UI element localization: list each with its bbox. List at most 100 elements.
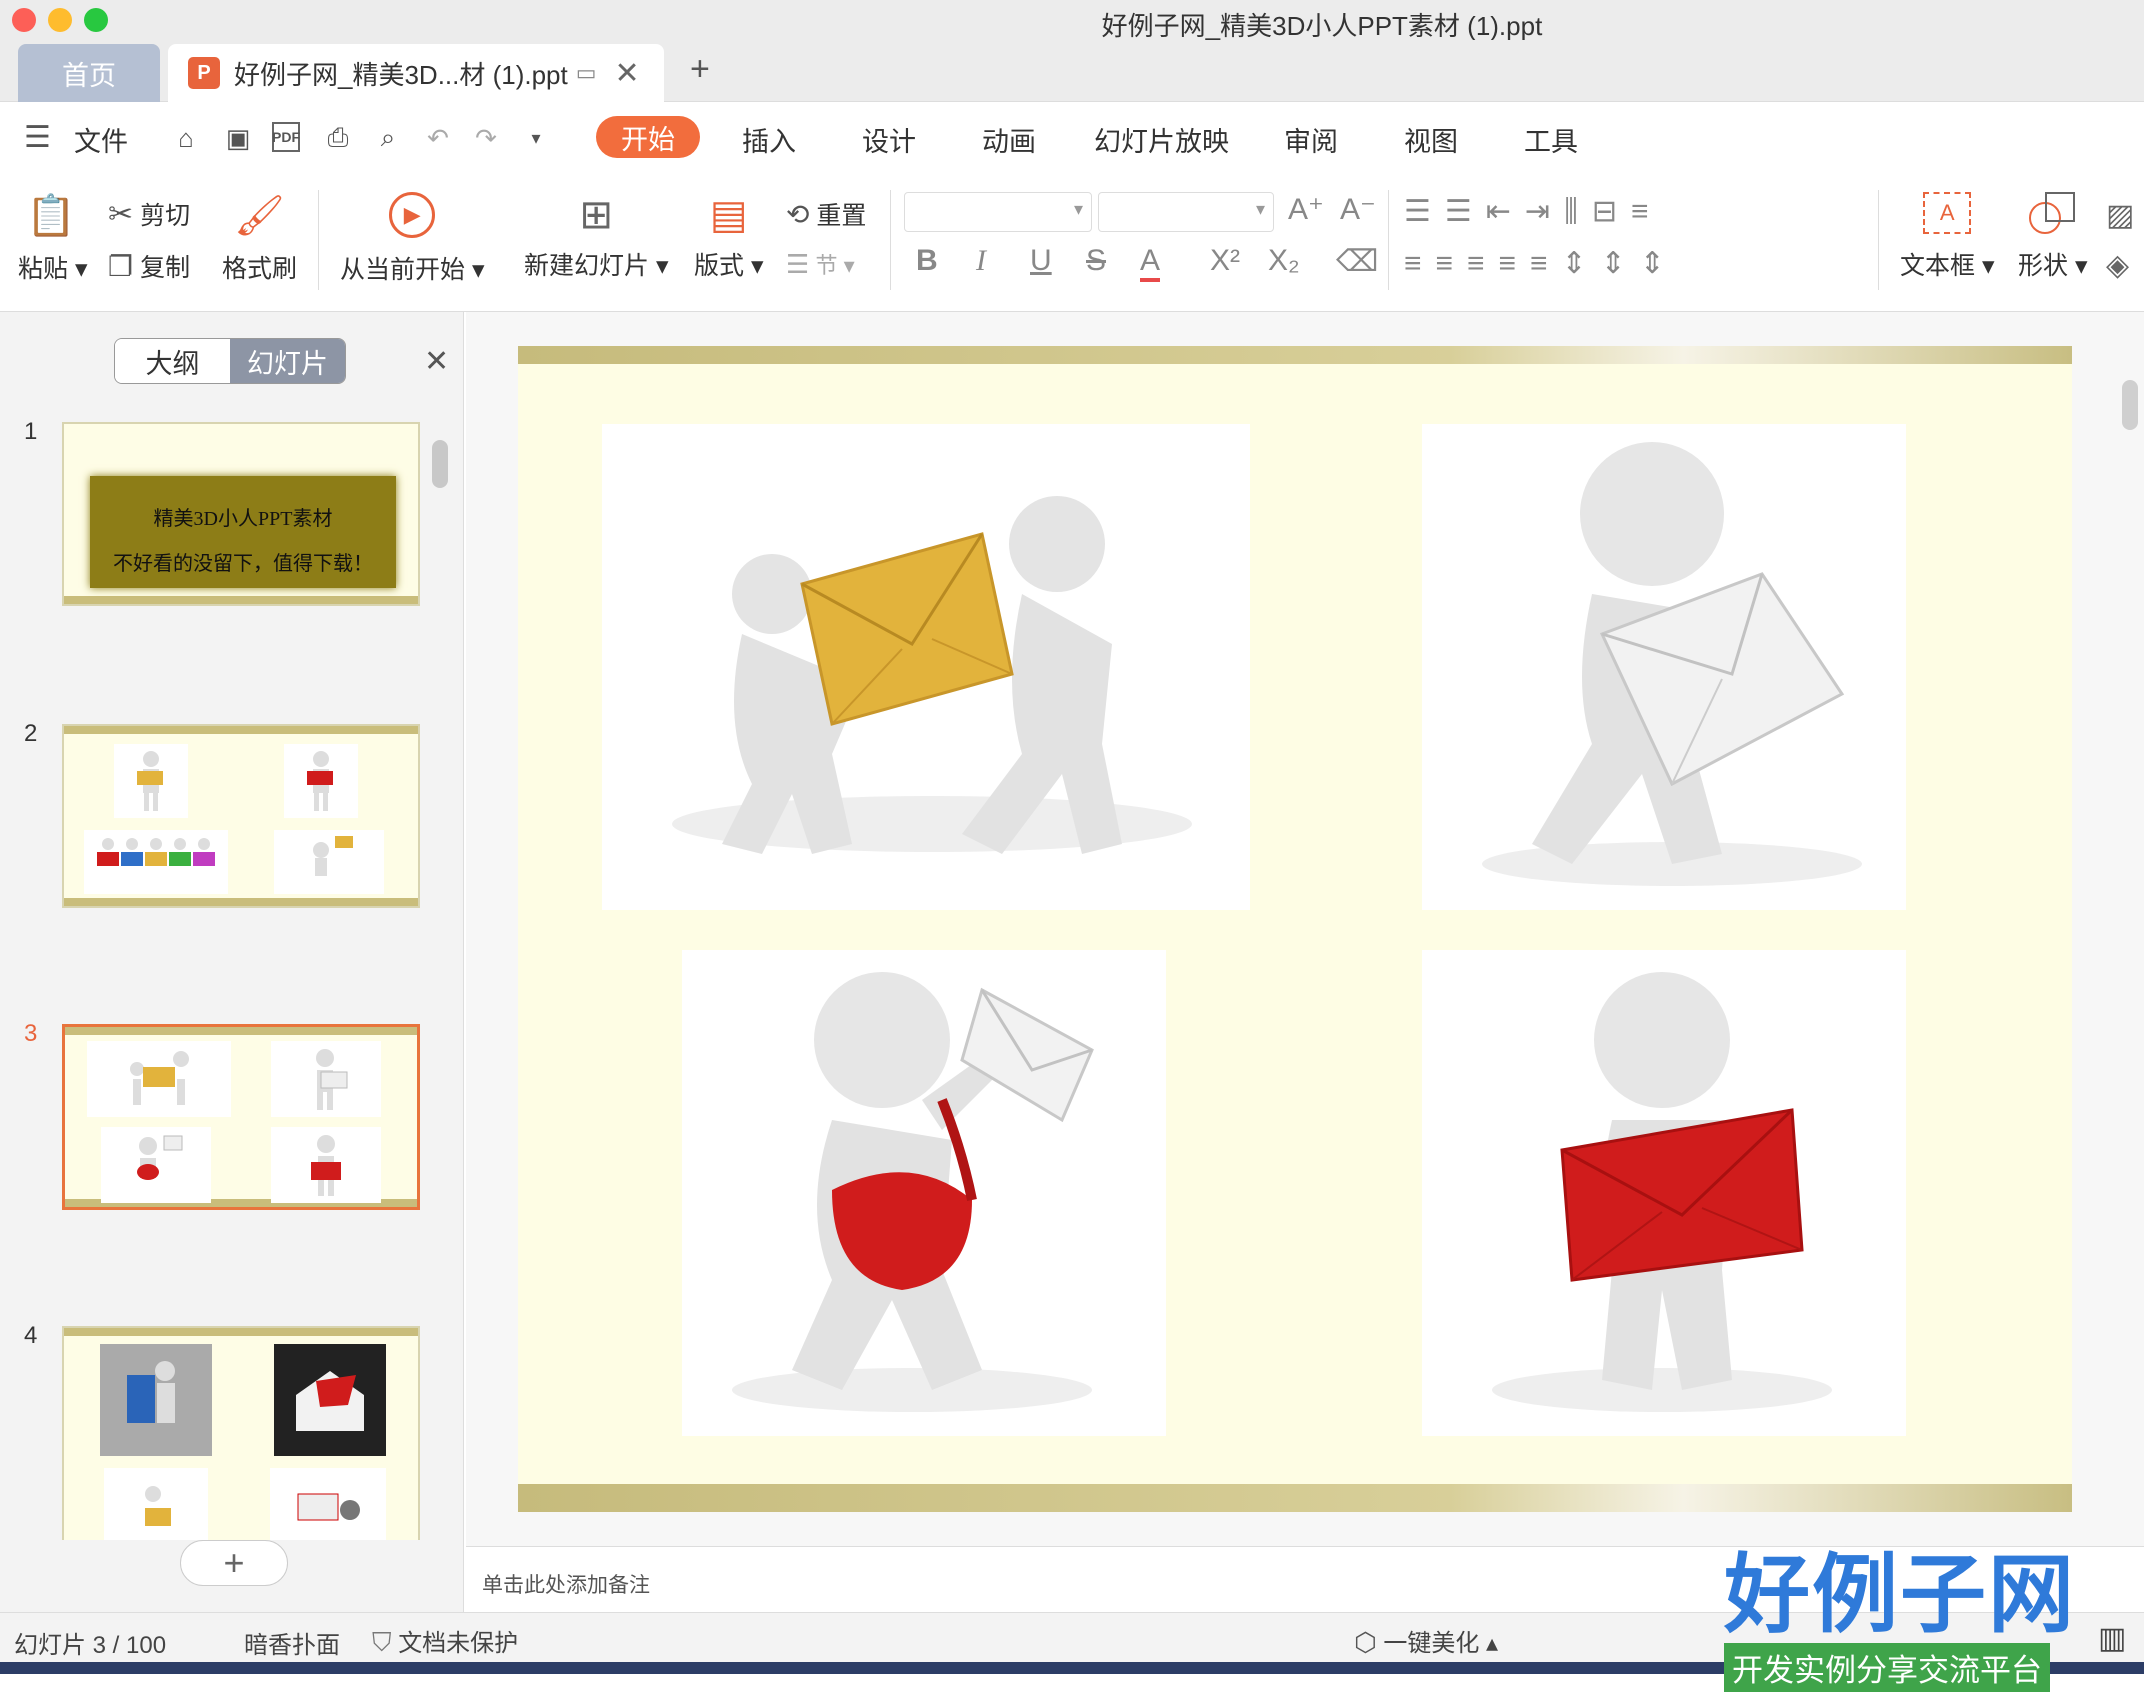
section-button[interactable]: ☰ 节 ▾ [786, 248, 855, 280]
underline-icon[interactable]: U [1030, 244, 1052, 278]
figure-image [101, 1127, 211, 1203]
menu-tab-tools[interactable]: 工具 [1524, 120, 1578, 159]
slide-number: 1 [24, 418, 38, 445]
print-icon[interactable]: ⎙ [322, 122, 354, 154]
export-pdf-icon[interactable]: PDF [272, 122, 300, 152]
slide-thumbnail-4[interactable] [62, 1326, 420, 1540]
clear-format-icon[interactable]: ⌫ [1336, 244, 1378, 279]
format-painter-button[interactable]: 🖌 格式刷 [222, 192, 297, 285]
title-bar: 好例子网_精美3D小人PPT素材 (1).ppt [0, 0, 2144, 41]
undo-icon[interactable]: ↶ [422, 122, 454, 154]
font-color-icon[interactable]: A [1140, 244, 1161, 282]
chevron-down-icon: ▾ [1255, 199, 1265, 219]
slide-top-border [518, 346, 2072, 364]
window-title: 好例子网_精美3D小人PPT素材 (1).ppt [1101, 11, 1543, 41]
figure-image [284, 744, 358, 818]
menu-tab-review[interactable]: 审阅 [1284, 120, 1338, 159]
save-icon[interactable]: ▣ [222, 122, 254, 154]
copy-button[interactable]: ❐ 复制 [108, 248, 190, 284]
menu-tab-insert[interactable]: 插入 [742, 120, 796, 159]
slide-thumbnail-1[interactable]: 精美3D小人PPT素材 不好看的没留下，值得下载！ [62, 422, 420, 606]
menu-tab-slideshow[interactable]: 幻灯片放映 [1094, 120, 1229, 159]
tab-home[interactable]: 首页 [18, 44, 160, 102]
close-panel-icon[interactable]: ✕ [424, 344, 449, 379]
figure-image [271, 1127, 381, 1203]
tab-document[interactable]: P 好例子网_精美3D...材 (1).ppt ▭ ✕ [168, 44, 664, 102]
cube-icon: ⬡ [1354, 1627, 1377, 1657]
shield-icon: ⛉ [372, 1627, 392, 1657]
picture-yellow-envelope-carriers[interactable] [602, 424, 1250, 910]
close-tab-icon[interactable]: ✕ [615, 56, 640, 91]
copy-icon: ❐ [108, 251, 134, 282]
ppt-file-icon: P [188, 57, 220, 89]
italic-icon[interactable]: I [976, 244, 986, 278]
slide-counter: 幻灯片 3 / 100 [14, 1632, 167, 1659]
protection-status[interactable]: ⛉ 文档未保护 [372, 1623, 518, 1659]
menu-tab-start[interactable]: 开始 [596, 116, 700, 158]
strikethrough-icon[interactable]: S [1086, 244, 1106, 278]
slide-panel: 大纲 幻灯片 ✕ 1 精美3D小人PPT素材 不好看的没留下，值得下载！ 2 3 [0, 312, 464, 1612]
menu-tab-animation[interactable]: 动画 [982, 120, 1036, 159]
picture-mail-carrier-red-bag[interactable] [682, 950, 1166, 1436]
panel-scrollbar[interactable] [432, 440, 448, 488]
font-grow-icon[interactable]: A⁺ [1288, 192, 1324, 227]
tab-outline[interactable]: 大纲 [115, 339, 230, 383]
font-size-select[interactable]: ▾ [1098, 192, 1274, 232]
open-folder-icon[interactable]: ⌂ [170, 122, 202, 154]
superscript-icon[interactable]: X² [1210, 244, 1240, 278]
tab-slides[interactable]: 幻灯片 [230, 339, 345, 383]
textbox-icon: A [1923, 192, 1972, 234]
font-shrink-icon[interactable]: A⁻ [1340, 192, 1376, 227]
shape-icon [2028, 192, 2077, 234]
picture-white-envelope-walker[interactable] [1422, 424, 1906, 910]
figure-image [100, 1344, 212, 1456]
brush-icon: 🖌 [234, 194, 285, 238]
play-from-current-button[interactable]: ▶ 从当前开始 ▾ [340, 192, 485, 286]
chevron-down-icon: ▾ [1073, 199, 1083, 219]
list-format-icons[interactable]: ☰☰⇤⇥⫼⊟≡ [1404, 194, 1663, 229]
theme-name[interactable]: 暗香扑面 [244, 1625, 340, 1660]
paste-button[interactable]: 📋 粘贴 ▾ [18, 192, 88, 285]
add-slide-button[interactable]: + [180, 1540, 288, 1586]
slide-3[interactable] [518, 346, 2072, 1512]
subscript-icon[interactable]: X₂ [1268, 244, 1300, 278]
hamburger-icon[interactable]: ☰ [24, 120, 51, 155]
layout-icon: ▤ [709, 193, 748, 237]
figure-image [274, 1344, 386, 1456]
sidebar-toggle-icon[interactable]: ▥ [2098, 1621, 2126, 1656]
reset-button[interactable]: ⟲ 重置 [786, 196, 866, 232]
layers-icon[interactable]: ◈ [2106, 248, 2129, 283]
cut-button[interactable]: ✂ 剪切 [108, 196, 190, 232]
layout-button[interactable]: ▤ 版式 ▾ [694, 192, 764, 282]
reset-icon: ⟲ [786, 199, 810, 230]
one-click-beautify-button[interactable]: ⬡ 一键美化 ▴ [1354, 1623, 1498, 1658]
tab-document-label: 好例子网_精美3D...材 (1).ppt [234, 59, 568, 90]
slide-number: 3 [24, 1020, 38, 1047]
new-slide-icon: ⊞ [579, 193, 614, 237]
picture-icon[interactable]: ▨ [2106, 198, 2134, 233]
new-tab-button[interactable]: + [690, 50, 710, 89]
slide-thumbnail-2[interactable] [62, 724, 420, 908]
redo-icon[interactable]: ↷ [470, 122, 502, 154]
menu-file[interactable]: 文件 [74, 120, 128, 159]
ribbon-toolbar: 📋 粘贴 ▾ ✂ 剪切 ❐ 复制 🖌 格式刷 ▶ 从当前开始 ▾ ⊞ 新建幻灯片… [0, 176, 2144, 312]
canvas-scrollbar[interactable] [2122, 380, 2138, 430]
figure-image [270, 1468, 386, 1540]
figure-image [114, 744, 188, 818]
textbox-button[interactable]: A 文本框 ▾ [1900, 192, 1995, 282]
menu-bar: ☰ 文件 ⌂ ▣ PDF ⎙ ⌕ ↶ ↷ ▾ 开始 插入 设计 动画 幻灯片放映… [0, 102, 2144, 176]
new-slide-button[interactable]: ⊞ 新建幻灯片 ▾ [524, 192, 669, 282]
picture-red-envelope-holder[interactable] [1422, 950, 1906, 1436]
menu-tab-view[interactable]: 视图 [1404, 120, 1458, 159]
slide-number: 4 [24, 1322, 38, 1349]
print-preview-icon[interactable]: ⌕ [372, 122, 404, 154]
shape-button[interactable]: 形状 ▾ [2018, 192, 2088, 282]
play-icon: ▶ [389, 192, 436, 238]
slide-bottom-border [518, 1484, 2072, 1512]
quick-access-dropdown-icon[interactable]: ▾ [520, 122, 552, 154]
align-format-icons[interactable]: ≡≡≡≡≡⇕⇕⇕ [1404, 246, 1679, 281]
menu-tab-design[interactable]: 设计 [862, 120, 916, 159]
font-name-select[interactable]: ▾ [904, 192, 1092, 232]
slide-thumbnail-3[interactable] [62, 1024, 420, 1210]
bold-icon[interactable]: B [916, 244, 938, 278]
